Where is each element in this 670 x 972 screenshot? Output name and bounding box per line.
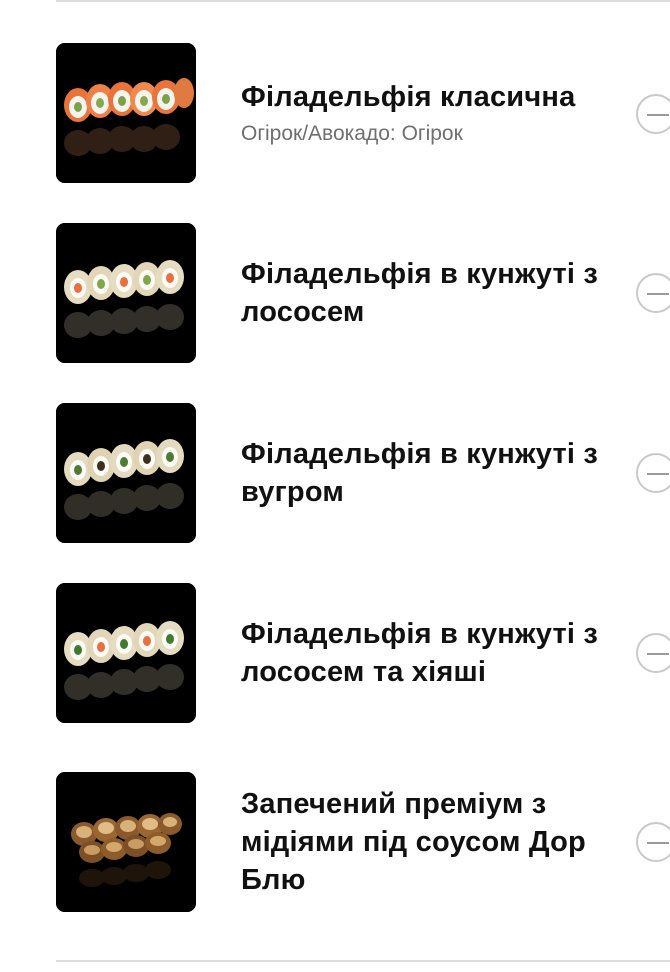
item-title: Філадельфія в кунжуті з лососем та хіяші [241,618,598,688]
baked-sushi-roll-mussels-photo [56,772,196,912]
minus-icon [647,293,669,295]
cart-item: Філадельфія в кунжуті з лососем [0,223,670,363]
remove-item-button[interactable] [636,273,670,313]
item-image [56,43,196,183]
item-option: Огірок/Авокадо: Огірок [241,122,463,145]
cart-item: Філадельфія в кунжуті з лососем та хіяші [0,583,670,723]
remove-item-button[interactable] [636,633,670,673]
item-title: Філадельфія класична [241,81,576,113]
minus-icon [647,114,669,116]
item-title: Філадельфія в кунжуті з лососем [241,258,598,328]
item-text: Філадельфія класична Огірок/Авокадо: Огі… [241,43,601,183]
minus-icon [647,473,669,475]
sushi-roll-sesame-salmon-hiyashi-photo [56,583,196,723]
item-text: Філадельфія в кунжуті з вугром [241,403,601,543]
bottom-divider [56,960,670,962]
item-image [56,403,196,543]
item-image [56,772,196,912]
sushi-roll-sesame-eel-photo [56,403,196,543]
item-text: Філадельфія в кунжуті з лососем та хіяші [241,583,601,723]
sushi-roll-salmon-photo [56,43,196,183]
item-image [56,223,196,363]
minus-icon [647,653,669,655]
cart-item: Запечений преміум з мідіями під соусом Д… [0,772,670,912]
remove-item-button[interactable] [636,822,670,862]
remove-item-button[interactable] [636,453,670,493]
sushi-roll-sesame-salmon-photo [56,223,196,363]
top-divider [56,0,670,2]
item-text: Філадельфія в кунжуті з лососем [241,223,601,363]
cart-item: Філадельфія класична Огірок/Авокадо: Огі… [0,43,670,183]
cart-item: Філадельфія в кунжуті з вугром [0,403,670,543]
item-title: Запечений преміум з мідіями під соусом Д… [241,788,586,896]
item-image [56,583,196,723]
item-title: Філадельфія в кунжуті з вугром [241,438,598,508]
minus-icon [647,842,669,844]
remove-item-button[interactable] [636,94,670,134]
item-text: Запечений преміум з мідіями під соусом Д… [241,772,601,912]
